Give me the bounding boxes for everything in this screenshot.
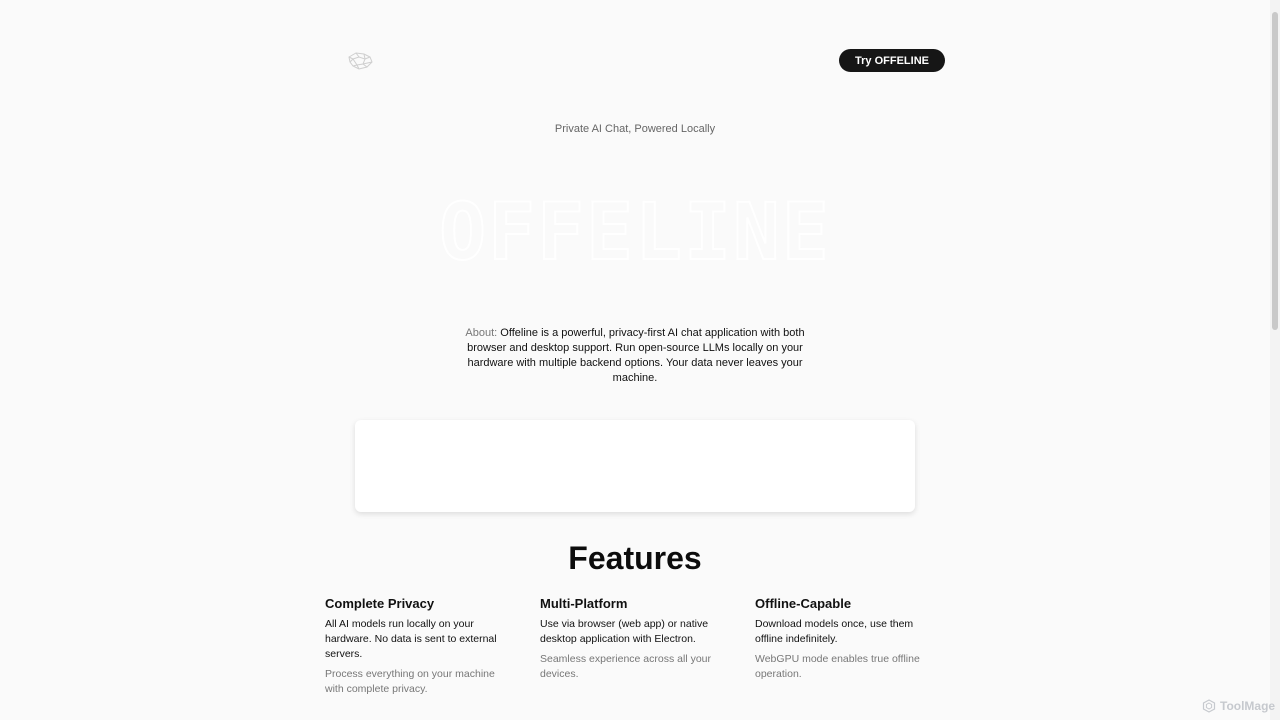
feature-complete-privacy: Complete Privacy All AI models run local… (325, 596, 505, 697)
feature-title: Offline-Capable (755, 596, 852, 611)
feature-detail: WebGPU mode enables true offline operati… (755, 653, 920, 680)
about-text: Offeline is a powerful, privacy-first AI… (467, 327, 805, 384)
feature-multi-platform: Multi-Platform Use via browser (web app)… (540, 596, 720, 682)
hero-tagline: Private AI Chat, Powered Locally (554, 123, 716, 135)
feature-title: Multi-Platform (540, 596, 628, 611)
try-offeline-button[interactable]: Try OFFELINE (839, 49, 945, 72)
feature-detail: Seamless experience across all your devi… (540, 653, 711, 680)
feature-detail: Process everything on your machine with … (325, 668, 495, 695)
features-heading: Features (568, 540, 702, 576)
demo-card (355, 420, 915, 512)
landing-page: Try OFFELINE Private AI Chat, Powered Lo… (0, 0, 1280, 720)
about-paragraph: About: Offeline is a powerful, privacy-f… (463, 326, 807, 386)
feature-description: Download models once, use them offline i… (755, 618, 914, 645)
page-scrollbar[interactable] (1270, 0, 1280, 720)
watermark-text: ToolMage (1220, 699, 1276, 713)
toolmage-watermark: ToolMage (1202, 699, 1275, 713)
hero-wordmark: OFFELINE (438, 187, 831, 279)
feature-description: Use via browser (web app) or native desk… (540, 618, 709, 645)
feature-title: Complete Privacy (325, 596, 435, 611)
about-label: About: (465, 327, 498, 339)
feature-description: All AI models run locally on your hardwa… (325, 618, 497, 660)
offeline-logo[interactable] (346, 49, 374, 73)
offeline-logo-icon (348, 52, 373, 70)
feature-offline-capable: Offline-Capable Download models once, us… (755, 596, 935, 682)
toolmage-logo-icon (1202, 699, 1216, 713)
scrollbar-thumb[interactable] (1272, 12, 1278, 330)
